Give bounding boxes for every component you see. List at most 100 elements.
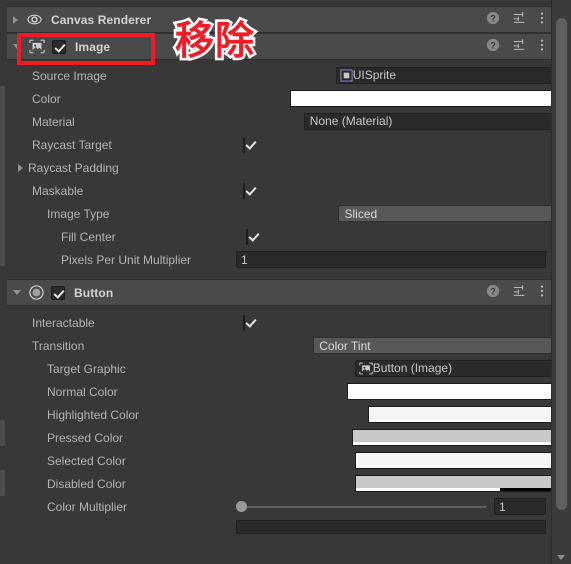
source-image-object-field[interactable]: UISprite xyxy=(335,67,571,84)
foldout-arrow-icon[interactable] xyxy=(18,163,23,172)
property-row-image-type: Image Type Sliced xyxy=(7,202,571,225)
transition-value: Color Tint xyxy=(319,338,371,353)
normal-color-field[interactable] xyxy=(346,383,571,400)
gutter-tab-lower-b xyxy=(0,470,5,496)
label-maskable: Maskable xyxy=(32,183,84,198)
material-object-field[interactable]: None (Material) xyxy=(303,113,571,130)
svg-text:?: ? xyxy=(490,287,495,297)
scrollbar-thumb[interactable] xyxy=(556,18,567,510)
property-row-highlighted-color: Highlighted Color xyxy=(7,403,571,426)
color-multiplier-slider[interactable] xyxy=(236,498,486,515)
image-component-icon xyxy=(359,362,373,375)
gutter-tab-upper xyxy=(0,86,5,266)
property-row-disabled-color: Disabled Color xyxy=(7,472,571,495)
color-multiplier-input[interactable]: 1 xyxy=(494,498,546,515)
component-header-canvas-renderer[interactable]: Canvas Renderer ? xyxy=(7,6,552,33)
header-icon-group-image: ? xyxy=(486,34,544,59)
help-icon[interactable]: ? xyxy=(486,11,500,28)
property-row-raycast-padding[interactable]: Raycast Padding xyxy=(7,156,552,179)
help-icon[interactable]: ? xyxy=(486,38,500,55)
label-transition: Transition xyxy=(32,338,85,353)
property-row-transition: Transition Color Tint xyxy=(7,334,571,357)
foldout-arrow-icon[interactable] xyxy=(13,44,21,49)
raycast-target-checkbox-wrap xyxy=(243,136,245,153)
component-enabled-checkbox-button[interactable] xyxy=(51,285,65,300)
component-enabled-checkbox-image[interactable] xyxy=(52,39,66,54)
pixels-per-unit-multiplier-input[interactable]: 1 xyxy=(236,251,546,268)
eye-icon xyxy=(27,12,42,27)
help-icon[interactable]: ? xyxy=(486,284,500,301)
property-row-maskable: Maskable xyxy=(7,179,552,202)
pressed-color-field[interactable] xyxy=(352,429,571,446)
interactable-checkbox-wrap xyxy=(243,314,245,331)
header-icon-group-button: ? xyxy=(486,280,544,305)
material-value: None (Material) xyxy=(309,114,393,128)
component-header-image[interactable]: Image ? xyxy=(7,33,552,60)
preset-icon[interactable] xyxy=(513,284,527,301)
partial-field-cutoff[interactable] xyxy=(236,520,546,534)
label-normal-color: Normal Color xyxy=(47,384,118,399)
property-row-source-image: Source Image UISprite xyxy=(7,64,571,87)
button-component-icon xyxy=(29,285,44,300)
label-material: Material xyxy=(32,114,75,129)
foldout-arrow-icon[interactable] xyxy=(13,290,21,295)
label-raycast-padding: Raycast Padding xyxy=(28,160,119,175)
source-image-value: UISprite xyxy=(352,68,397,82)
scroll-down-arrow-icon[interactable] xyxy=(557,555,565,560)
inspector-panel: Canvas Renderer ? Image ? Source Image U… xyxy=(0,0,571,564)
label-raycast-target: Raycast Target xyxy=(32,137,112,152)
vertical-scrollbar[interactable] xyxy=(551,0,571,564)
menu-icon[interactable] xyxy=(540,284,544,301)
foldout-arrow-icon[interactable] xyxy=(13,15,18,24)
header-icon-group-canvas-renderer: ? xyxy=(486,7,544,32)
property-row-pixels-per-unit-multiplier: Pixels Per Unit Multiplier 1 xyxy=(7,248,552,271)
raycast-target-checkbox[interactable] xyxy=(243,136,245,153)
property-row-raycast-target: Raycast Target xyxy=(7,133,552,156)
property-row-partial xyxy=(7,520,552,534)
component-title-canvas-renderer: Canvas Renderer xyxy=(51,12,152,27)
color-swatch xyxy=(355,476,571,491)
component-header-button[interactable]: Button ? xyxy=(7,279,552,306)
label-disabled-color: Disabled Color xyxy=(47,476,126,491)
maskable-checkbox[interactable] xyxy=(243,182,245,199)
preset-icon[interactable] xyxy=(513,11,527,28)
svg-text:?: ? xyxy=(490,41,495,51)
slider-knob[interactable] xyxy=(236,501,247,512)
color-swatch xyxy=(290,91,571,106)
fill-center-checkbox[interactable] xyxy=(246,228,248,245)
fill-center-checkbox-wrap xyxy=(246,228,248,245)
sprite-icon xyxy=(340,69,353,82)
highlighted-color-field[interactable] xyxy=(368,406,571,423)
property-row-material: Material None (Material) xyxy=(7,110,571,133)
color-swatch xyxy=(355,453,571,468)
transition-dropdown[interactable]: Color Tint xyxy=(313,337,571,354)
label-selected-color: Selected Color xyxy=(47,453,126,468)
disabled-color-field[interactable] xyxy=(354,475,571,492)
label-highlighted-color: Highlighted Color xyxy=(47,407,140,422)
label-interactable: Interactable xyxy=(32,315,95,330)
label-source-image: Source Image xyxy=(32,68,107,83)
label-fill-center: Fill Center xyxy=(61,229,116,244)
selected-color-field[interactable] xyxy=(354,452,571,469)
label-color-multiplier: Color Multiplier xyxy=(47,499,128,514)
property-row-selected-color: Selected Color xyxy=(7,449,571,472)
gutter-tab-lower-a xyxy=(0,420,5,446)
interactable-checkbox[interactable] xyxy=(243,314,245,331)
property-row-normal-color: Normal Color xyxy=(7,380,571,403)
pixels-per-unit-multiplier-value: 1 xyxy=(241,252,248,267)
menu-icon[interactable] xyxy=(540,11,544,28)
property-row-interactable: Interactable xyxy=(7,311,552,334)
component-title-image: Image xyxy=(75,39,111,54)
property-row-pressed-color: Pressed Color xyxy=(7,426,571,449)
color-swatch xyxy=(347,384,571,399)
label-target-graphic: Target Graphic xyxy=(47,361,126,376)
menu-icon[interactable] xyxy=(540,38,544,55)
component-title-button: Button xyxy=(74,285,114,300)
color-swatch xyxy=(369,407,571,422)
image-type-dropdown[interactable]: Sliced xyxy=(338,205,571,222)
image-component-icon xyxy=(29,39,45,54)
color-field[interactable] xyxy=(289,90,571,107)
preset-icon[interactable] xyxy=(513,38,527,55)
slider-track xyxy=(241,505,486,508)
target-graphic-object-field[interactable]: Button (Image) xyxy=(354,360,571,377)
